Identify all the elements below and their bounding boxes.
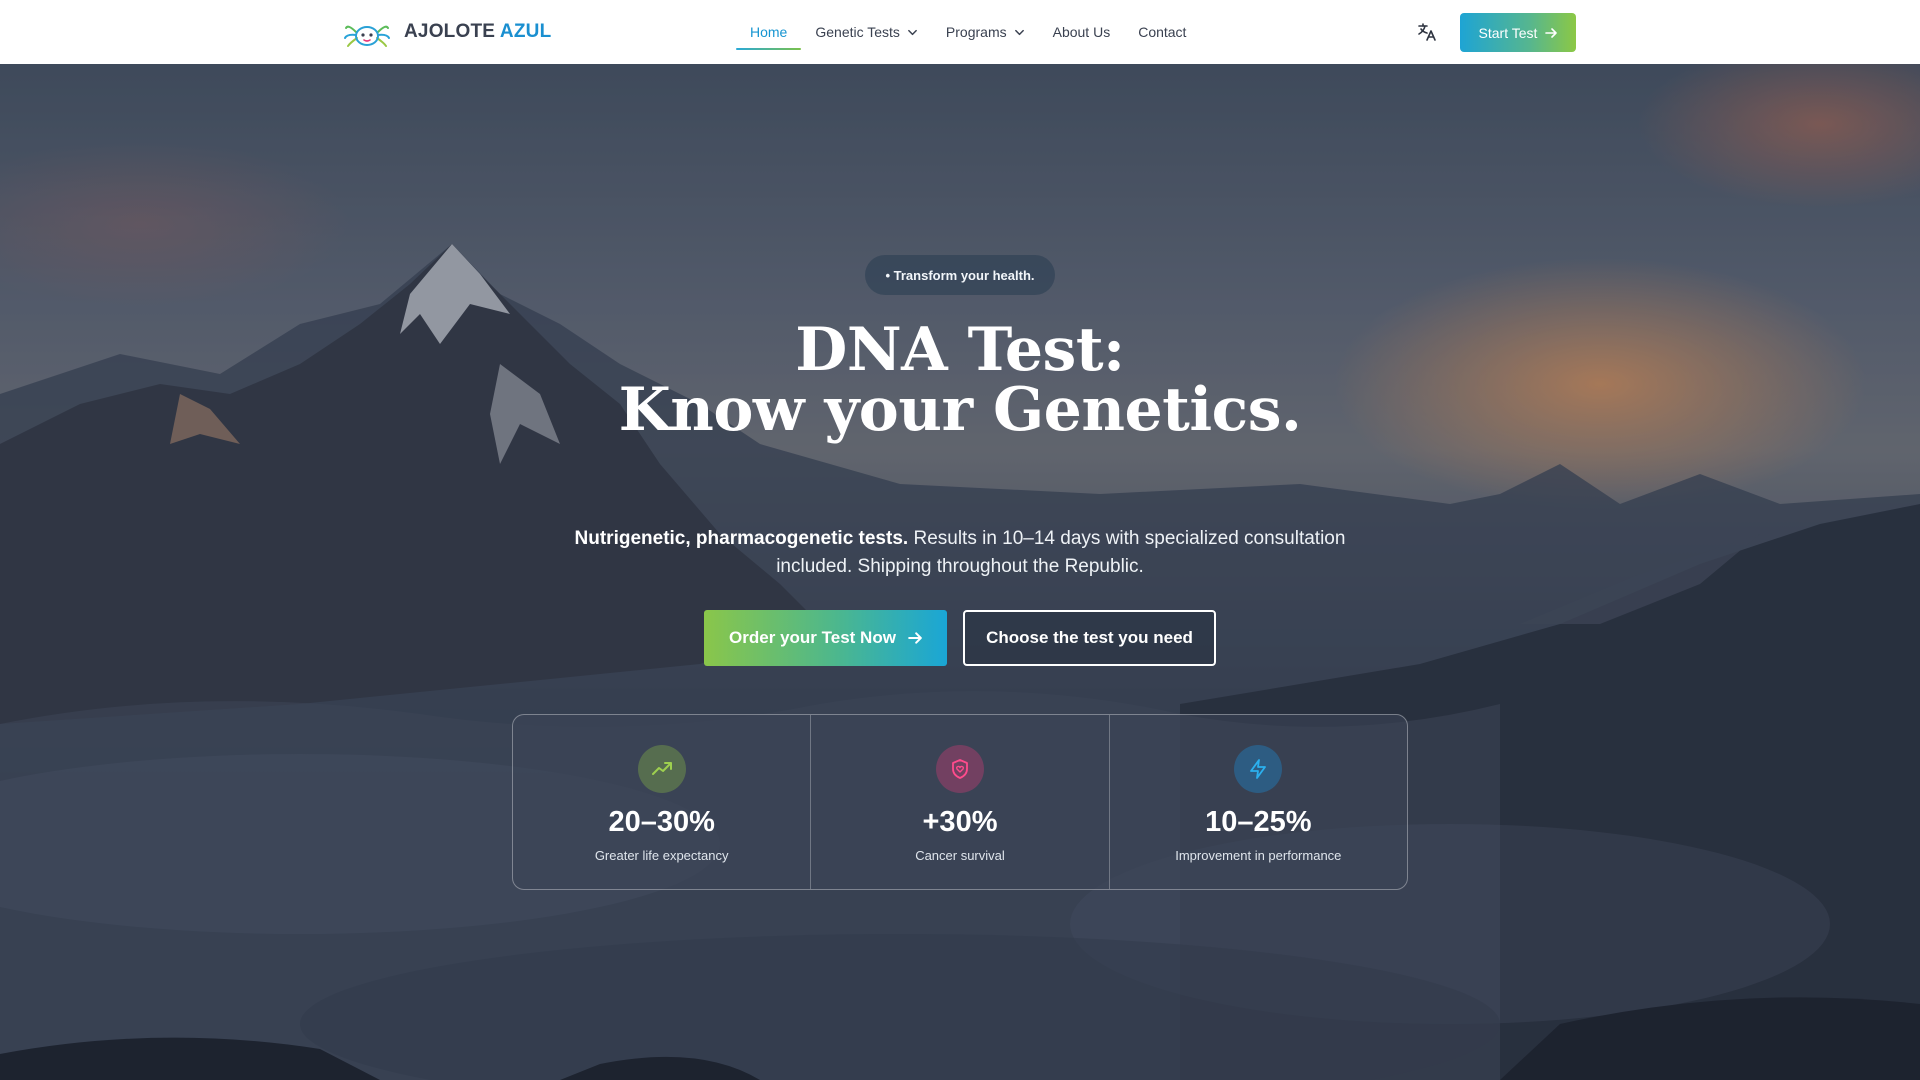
translate-icon bbox=[1418, 23, 1436, 41]
choose-test-button[interactable]: Choose the test you need bbox=[963, 610, 1216, 666]
nav-home-label: Home bbox=[750, 24, 788, 40]
stat-value: 10–25% bbox=[1205, 806, 1312, 838]
nav-programs-label: Programs bbox=[945, 24, 1007, 40]
nav-programs[interactable]: Programs bbox=[932, 0, 1039, 64]
start-test-label: Start Test bbox=[1478, 24, 1538, 41]
nav-genetic-tests[interactable]: Genetic Tests bbox=[801, 0, 932, 64]
brand-name-part1: AJOLOTE bbox=[404, 21, 496, 42]
hero-badge: • Transform your health. bbox=[865, 255, 1055, 295]
hero-subtitle: Nutrigenetic, pharmacogenetic tests. Res… bbox=[560, 525, 1360, 581]
stat-value: +30% bbox=[922, 806, 998, 838]
stat-label: Improvement in performance bbox=[1175, 848, 1342, 863]
stat-cancer-survival: +30% Cancer survival bbox=[810, 715, 1108, 889]
arrow-right-icon bbox=[1545, 27, 1558, 38]
start-test-button[interactable]: Start Test bbox=[1460, 13, 1576, 52]
axolotl-logo-icon bbox=[344, 25, 390, 47]
nav-about-us[interactable]: About Us bbox=[1039, 0, 1125, 64]
order-test-label: Order your Test Now bbox=[729, 628, 896, 647]
hero-subtitle-bold: Nutrigenetic, pharmacogenetic tests. bbox=[574, 528, 909, 549]
shield-heart-icon bbox=[935, 745, 984, 793]
brand-logo-link[interactable]: AJOLOTE AZUL bbox=[344, 16, 551, 48]
nav-about-us-label: About Us bbox=[1052, 24, 1111, 40]
language-toggle-button[interactable] bbox=[1414, 20, 1440, 44]
chevron-down-icon bbox=[1014, 29, 1024, 35]
nav-genetic-tests-label: Genetic Tests bbox=[815, 24, 900, 40]
stats-panel: 20–30% Greater life expectancy +30% Canc… bbox=[512, 714, 1408, 890]
nav-home[interactable]: Home bbox=[736, 0, 802, 64]
main-nav: Home Genetic Tests Programs About Us Con… bbox=[736, 0, 1200, 64]
stat-performance: 10–25% Improvement in performance bbox=[1108, 715, 1407, 889]
lightning-icon bbox=[1234, 745, 1283, 793]
arrow-right-icon bbox=[908, 632, 922, 644]
stat-label: Cancer survival bbox=[915, 848, 1005, 863]
choose-test-label: Choose the test you need bbox=[986, 628, 1193, 647]
stat-value: 20–30% bbox=[608, 806, 715, 838]
trending-up-icon bbox=[637, 745, 686, 793]
hero-title: DNA Test: Know your Genetics. bbox=[560, 320, 1360, 440]
brand-name-part2: AZUL bbox=[499, 21, 552, 42]
chevron-down-icon bbox=[908, 29, 917, 35]
stat-life-expectancy: 20–30% Greater life expectancy bbox=[513, 715, 810, 889]
hero-title-line2: Know your Genetics. bbox=[618, 375, 1302, 445]
order-test-button[interactable]: Order your Test Now bbox=[704, 610, 947, 666]
nav-contact-label: Contact bbox=[1138, 24, 1187, 40]
nav-contact[interactable]: Contact bbox=[1124, 0, 1200, 64]
top-navbar: AJOLOTE AZUL Home Genetic Tests Programs… bbox=[0, 0, 1920, 64]
stat-label: Greater life expectancy bbox=[594, 848, 729, 863]
